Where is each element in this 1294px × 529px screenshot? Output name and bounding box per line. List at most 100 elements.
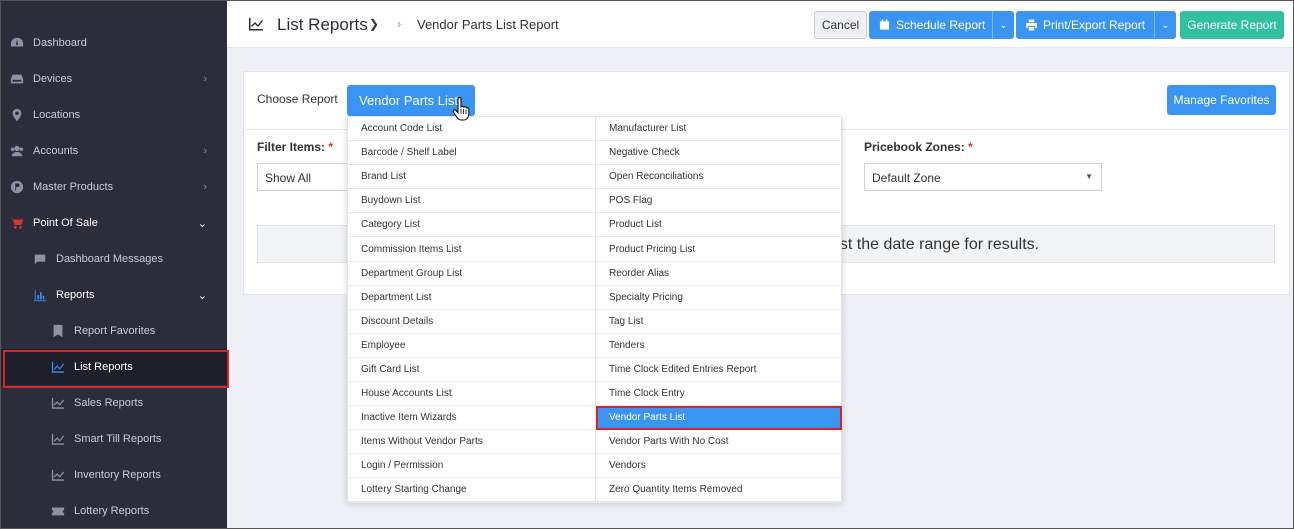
- dropdown-option[interactable]: Vendor Parts List: [596, 406, 842, 431]
- dropdown-option[interactable]: Gift Card List: [348, 358, 595, 383]
- sidebar-item-devices[interactable]: Devices ›: [0, 61, 227, 97]
- sidebar-item-dashboard[interactable]: Dashboard: [0, 25, 227, 61]
- sidebar-item-label: Inventory Reports: [74, 469, 161, 481]
- dropdown-option[interactable]: Vendor Parts With No Cost: [596, 430, 842, 455]
- chevron-right-icon: ›: [203, 181, 207, 193]
- cancel-button[interactable]: Cancel: [814, 11, 867, 39]
- dropdown-option[interactable]: Negative Check: [596, 141, 842, 166]
- chevron-right-icon: ›: [203, 73, 207, 85]
- print-export-button[interactable]: Print/Export Report ⌄: [1016, 11, 1176, 39]
- sidebar-item-reports[interactable]: Reports ⌄: [0, 277, 227, 313]
- dropdown-column-right: Manufacturer List Negative Check Open Reco…: [595, 117, 842, 503]
- cancel-button-label: Cancel: [821, 18, 860, 32]
- dropdown-option[interactable]: Barcode / Shelf Label: [348, 141, 595, 166]
- sidebar-item-lottery-reports[interactable]: Lottery Reports: [0, 493, 227, 529]
- dropdown-option[interactable]: Commission Items List: [348, 237, 595, 262]
- dropdown-option[interactable]: Tenders: [596, 334, 842, 358]
- bar-chart-icon: [32, 287, 48, 303]
- sidebar-item-master-products[interactable]: Master Products ›: [0, 169, 227, 205]
- dropdown-option[interactable]: Vendors: [596, 454, 842, 479]
- filter-items-label: Filter Items: *: [257, 140, 333, 154]
- schedule-report-button[interactable]: Schedule Report ⌄: [869, 11, 1014, 39]
- dropdown-column-left: Account Code List Barcode / Shelf Label Br…: [348, 117, 595, 503]
- sidebar-item-point-of-sale[interactable]: Point Of Sale ⌄: [0, 205, 227, 241]
- master-products-icon: [9, 179, 25, 195]
- report-select-value: Vendor Parts List: [359, 93, 458, 108]
- dropdown-option[interactable]: Department Group List: [348, 262, 595, 286]
- page-header: List Reports ❯ › Vendor Parts List Repor…: [227, 0, 1294, 48]
- manage-favorites-label: Manage Favorites: [1173, 93, 1270, 107]
- manage-favorites-button[interactable]: Manage Favorites: [1167, 85, 1276, 115]
- required-mark: *: [328, 140, 334, 154]
- required-mark: *: [968, 140, 973, 154]
- generate-report-button[interactable]: Generate Report: [1180, 11, 1284, 39]
- dropdown-option[interactable]: Account Code List: [348, 117, 595, 142]
- dropdown-option[interactable]: Time Clock Edited Entries Report: [596, 358, 842, 383]
- dropdown-option[interactable]: Reorder Alias: [596, 262, 842, 286]
- filter-items-label-text: Filter Items:: [257, 140, 326, 154]
- filter-items-value: Show All: [265, 171, 312, 185]
- sidebar-item-label: Point Of Sale: [33, 217, 98, 229]
- dropdown-option[interactable]: Product Pricing List: [596, 237, 842, 262]
- sidebar-item-label: Lottery Reports: [74, 505, 150, 517]
- sidebar-item-smart-till-reports[interactable]: Smart Till Reports: [0, 421, 227, 457]
- bookmark-icon: [50, 323, 66, 339]
- dropdown-option[interactable]: House Accounts List: [348, 382, 595, 407]
- dropdown-option[interactable]: Manufacturer List: [596, 117, 842, 142]
- chevron-down-icon: ⌄: [197, 217, 207, 230]
- sidebar-item-accounts[interactable]: Accounts ›: [0, 133, 227, 169]
- choose-report-label: Choose Report: [257, 92, 338, 106]
- line-chart-icon: [50, 359, 66, 375]
- sidebar-item-inventory-reports[interactable]: Inventory Reports: [0, 457, 227, 493]
- breadcrumb: Vendor Parts List Report: [417, 17, 559, 32]
- ticket-icon: [50, 503, 66, 519]
- dropdown-option[interactable]: Category List: [348, 213, 595, 238]
- sidebar-item-label: Accounts: [33, 145, 79, 157]
- dashboard-icon: [9, 35, 25, 51]
- dropdown-option[interactable]: Open Reconciliations: [596, 165, 842, 190]
- pricebook-zones-label: Pricebook Zones: *: [864, 140, 973, 154]
- printer-icon: [1026, 19, 1037, 31]
- sidebar-item-label: List Reports: [74, 361, 133, 373]
- calendar-icon: [879, 19, 890, 31]
- sidebar-item-label: Smart Till Reports: [74, 433, 162, 445]
- chevron-down-icon[interactable]: ❯: [369, 17, 379, 31]
- dropdown-option[interactable]: Discount Details: [348, 310, 595, 334]
- print-export-label: Print/Export Report: [1043, 18, 1146, 32]
- dropdown-option[interactable]: Items Without Vendor Parts: [348, 430, 595, 455]
- dropdown-option[interactable]: POS Flag: [596, 189, 842, 214]
- sidebar-item-report-favorites[interactable]: Report Favorites: [0, 313, 227, 349]
- sidebar-item-locations[interactable]: Locations: [0, 97, 227, 133]
- cart-icon: [9, 215, 25, 231]
- sidebar-item-label: Dashboard Messages: [56, 253, 164, 265]
- dropdown-option[interactable]: Product List: [596, 213, 842, 238]
- dropdown-option[interactable]: Employee: [348, 334, 595, 358]
- dropdown-option[interactable]: Inactive Item Wizards: [348, 406, 595, 431]
- generate-report-label: Generate Report: [1187, 18, 1277, 32]
- sidebar-item-label: Master Products: [33, 181, 114, 193]
- devices-icon: [9, 71, 25, 87]
- chevron-down-icon: ⌄: [197, 289, 207, 302]
- info-message-text: ust the date range for results.: [831, 236, 1040, 253]
- breadcrumb-separator-icon: ›: [397, 16, 402, 31]
- messages-icon: [32, 251, 48, 267]
- pricebook-zones-select[interactable]: Default Zone ▼: [864, 163, 1102, 191]
- sidebar-item-dashboard-messages[interactable]: Dashboard Messages: [0, 241, 227, 277]
- dropdown-option[interactable]: Login / Permission: [348, 454, 595, 479]
- dropdown-option[interactable]: Time Clock Entry: [596, 382, 842, 407]
- dropdown-option[interactable]: Zero Quantity Items Removed: [596, 478, 842, 503]
- chevron-down-icon[interactable]: ⌄: [992, 11, 1014, 39]
- dropdown-option[interactable]: Specialty Pricing: [596, 286, 842, 310]
- accounts-icon: [9, 143, 25, 159]
- dropdown-option[interactable]: Department List: [348, 286, 595, 310]
- dropdown-option[interactable]: Tag List: [596, 310, 842, 334]
- sidebar-item-list-reports[interactable]: List Reports: [0, 349, 229, 388]
- pricebook-zones-value: Default Zone: [872, 171, 941, 185]
- line-chart-icon: [248, 16, 264, 37]
- sidebar-item-label: Locations: [33, 109, 81, 121]
- dropdown-option[interactable]: Buydown List: [348, 189, 595, 214]
- chevron-down-icon[interactable]: ⌄: [1154, 11, 1176, 39]
- dropdown-option[interactable]: Lottery Starting Change: [348, 478, 595, 503]
- dropdown-option[interactable]: Brand List: [348, 165, 595, 190]
- sidebar-item-sales-reports[interactable]: Sales Reports: [0, 385, 227, 421]
